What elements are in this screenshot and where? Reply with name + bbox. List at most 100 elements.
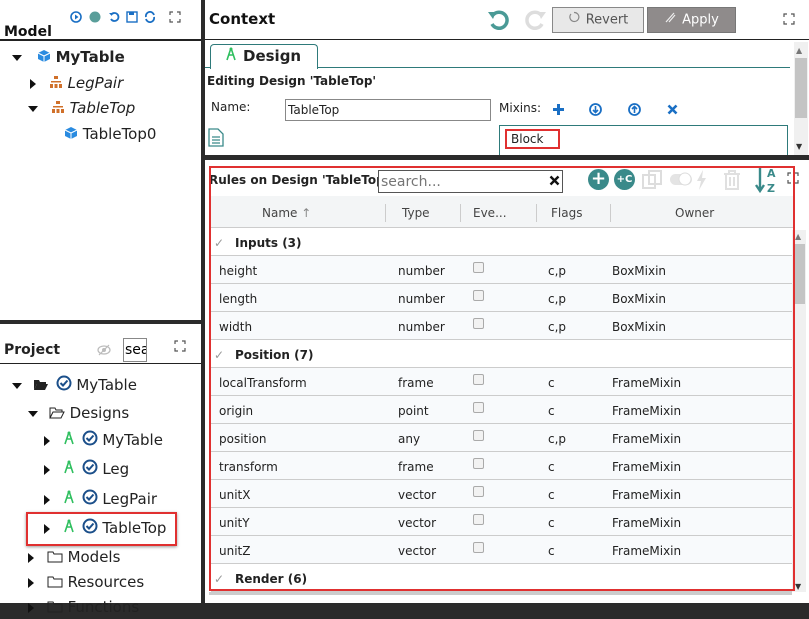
context-scrollbar[interactable]: ▲ ▼: [794, 42, 808, 155]
design-icon: [63, 518, 75, 540]
tree-item-tabletop0[interactable]: TableTop0: [64, 123, 156, 145]
tree-item-label: TableTop: [102, 519, 167, 537]
model-panel-title: Model: [4, 24, 52, 40]
project-item-design-leg[interactable]: Leg: [44, 458, 129, 480]
collapse-arrow-icon[interactable]: [12, 382, 22, 389]
tree-item-label: LegPair: [67, 74, 124, 92]
pencil-icon: [664, 8, 676, 32]
name-label: Name:: [211, 100, 251, 114]
project-panel: Project MyTable Designs MyTable Leg LegP…: [0, 324, 201, 616]
tab-label: Design: [243, 47, 302, 65]
project-item-design-mytable[interactable]: MyTable: [44, 429, 163, 451]
tab-design[interactable]: Design: [210, 44, 318, 69]
design-icon: [63, 459, 75, 481]
scroll-up-icon[interactable]: ▲: [796, 46, 802, 55]
expand-arrow-icon[interactable]: [28, 552, 34, 563]
project-item-functions[interactable]: Functions: [28, 596, 139, 618]
hierarchy-icon: [49, 73, 63, 95]
move-down-icon[interactable]: [589, 103, 602, 120]
collapse-arrow-icon[interactable]: [28, 105, 38, 112]
tree-item-tabletop[interactable]: TableTop: [28, 97, 135, 119]
highlight-box: [209, 166, 795, 591]
collapse-arrow-icon[interactable]: [12, 54, 22, 61]
expand-arrow-icon[interactable]: [44, 464, 50, 475]
maximize-icon[interactable]: [169, 11, 181, 23]
project-search-input[interactable]: [123, 338, 147, 362]
tree-item-label: MyTable: [55, 48, 125, 66]
design-icon: [225, 46, 237, 68]
check-circle-icon: [82, 489, 98, 511]
maximize-icon[interactable]: [783, 13, 795, 29]
divider: [0, 363, 201, 364]
check-circle-icon: [82, 518, 98, 540]
context-panel: Context Revert Apply Design Editing Desi…: [205, 0, 809, 155]
cube-icon: [37, 47, 51, 69]
tree-item-legpair[interactable]: LegPair: [30, 72, 123, 94]
design-icon: [63, 430, 75, 452]
project-item-resources[interactable]: Resources: [28, 571, 144, 593]
apply-button[interactable]: Apply: [647, 7, 736, 33]
redo-icon[interactable]: [523, 8, 547, 36]
design-icon: [63, 489, 75, 511]
expand-arrow-icon[interactable]: [44, 494, 50, 505]
tree-item-label: Functions: [67, 598, 140, 616]
folder-open-icon: [48, 403, 65, 425]
revert-icon: [568, 8, 580, 32]
check-circle-icon: [82, 459, 98, 481]
tree-item-label: Models: [67, 548, 121, 566]
editing-title: Editing Design 'TableTop': [207, 74, 377, 88]
divider: [0, 39, 201, 41]
rules-panel: Rules on Design 'TableTop' + +C AZ Name …: [205, 160, 809, 603]
project-item-design-tabletop[interactable]: TableTop: [44, 517, 166, 539]
project-item-models[interactable]: Models: [28, 546, 120, 568]
name-input[interactable]: TableTop: [285, 99, 491, 121]
tree-item-label: Designs: [69, 404, 130, 422]
scroll-up-icon[interactable]: ▲: [795, 232, 801, 241]
check-circle-icon: [56, 375, 72, 397]
scroll-thumb[interactable]: [795, 58, 807, 118]
tree-item-label: Leg: [102, 460, 130, 478]
horizontal-scrollbar[interactable]: [209, 592, 792, 595]
add-mixin-icon[interactable]: [552, 103, 565, 120]
maximize-icon[interactable]: [174, 340, 186, 356]
project-item-design-legpair[interactable]: LegPair: [44, 488, 157, 510]
folder-icon: [47, 597, 63, 619]
model-panel: Model MyTable LegPair TableTop TableTop0: [0, 0, 201, 320]
remove-mixin-icon[interactable]: [667, 104, 678, 119]
folder-icon: [47, 547, 63, 569]
check-circle-icon: [82, 430, 98, 452]
tree-item-label: LegPair: [102, 490, 158, 508]
expand-arrow-icon[interactable]: [44, 435, 50, 446]
document-icon[interactable]: [208, 128, 224, 151]
hierarchy-icon: [51, 98, 65, 120]
tree-item-label: MyTable: [102, 431, 163, 449]
expand-arrow-icon[interactable]: [44, 523, 50, 534]
collapse-arrow-icon[interactable]: [28, 410, 38, 417]
expand-arrow-icon[interactable]: [28, 602, 34, 613]
mixins-list: Block: [499, 125, 788, 155]
revert-label: Revert: [585, 12, 629, 28]
revert-button[interactable]: Revert: [552, 7, 644, 33]
visibility-off-icon[interactable]: [97, 344, 111, 360]
tree-item-mytable[interactable]: MyTable: [12, 46, 125, 68]
apply-label: Apply: [682, 12, 719, 28]
status-dot-icon: [89, 11, 101, 23]
undo-icon[interactable]: [487, 8, 511, 36]
scroll-down-icon[interactable]: ▼: [795, 582, 801, 591]
mixins-label: Mixins:: [499, 101, 542, 115]
refresh-icon[interactable]: [144, 11, 156, 23]
undo-icon[interactable]: [108, 11, 120, 23]
divider: [205, 39, 809, 40]
expand-arrow-icon[interactable]: [30, 78, 36, 89]
save-icon[interactable]: [126, 11, 138, 23]
project-item-designs[interactable]: Designs: [28, 402, 129, 424]
scroll-down-icon[interactable]: ▼: [796, 142, 802, 151]
project-item-mytable[interactable]: MyTable: [12, 374, 137, 396]
move-up-icon[interactable]: [628, 103, 641, 120]
play-icon[interactable]: [70, 11, 82, 23]
expand-arrow-icon[interactable]: [28, 577, 34, 588]
tree-item-label: TableTop: [69, 99, 136, 117]
mixin-item-block[interactable]: Block: [505, 129, 560, 149]
context-panel-title: Context: [209, 10, 276, 28]
folder-open-icon: [33, 375, 49, 397]
